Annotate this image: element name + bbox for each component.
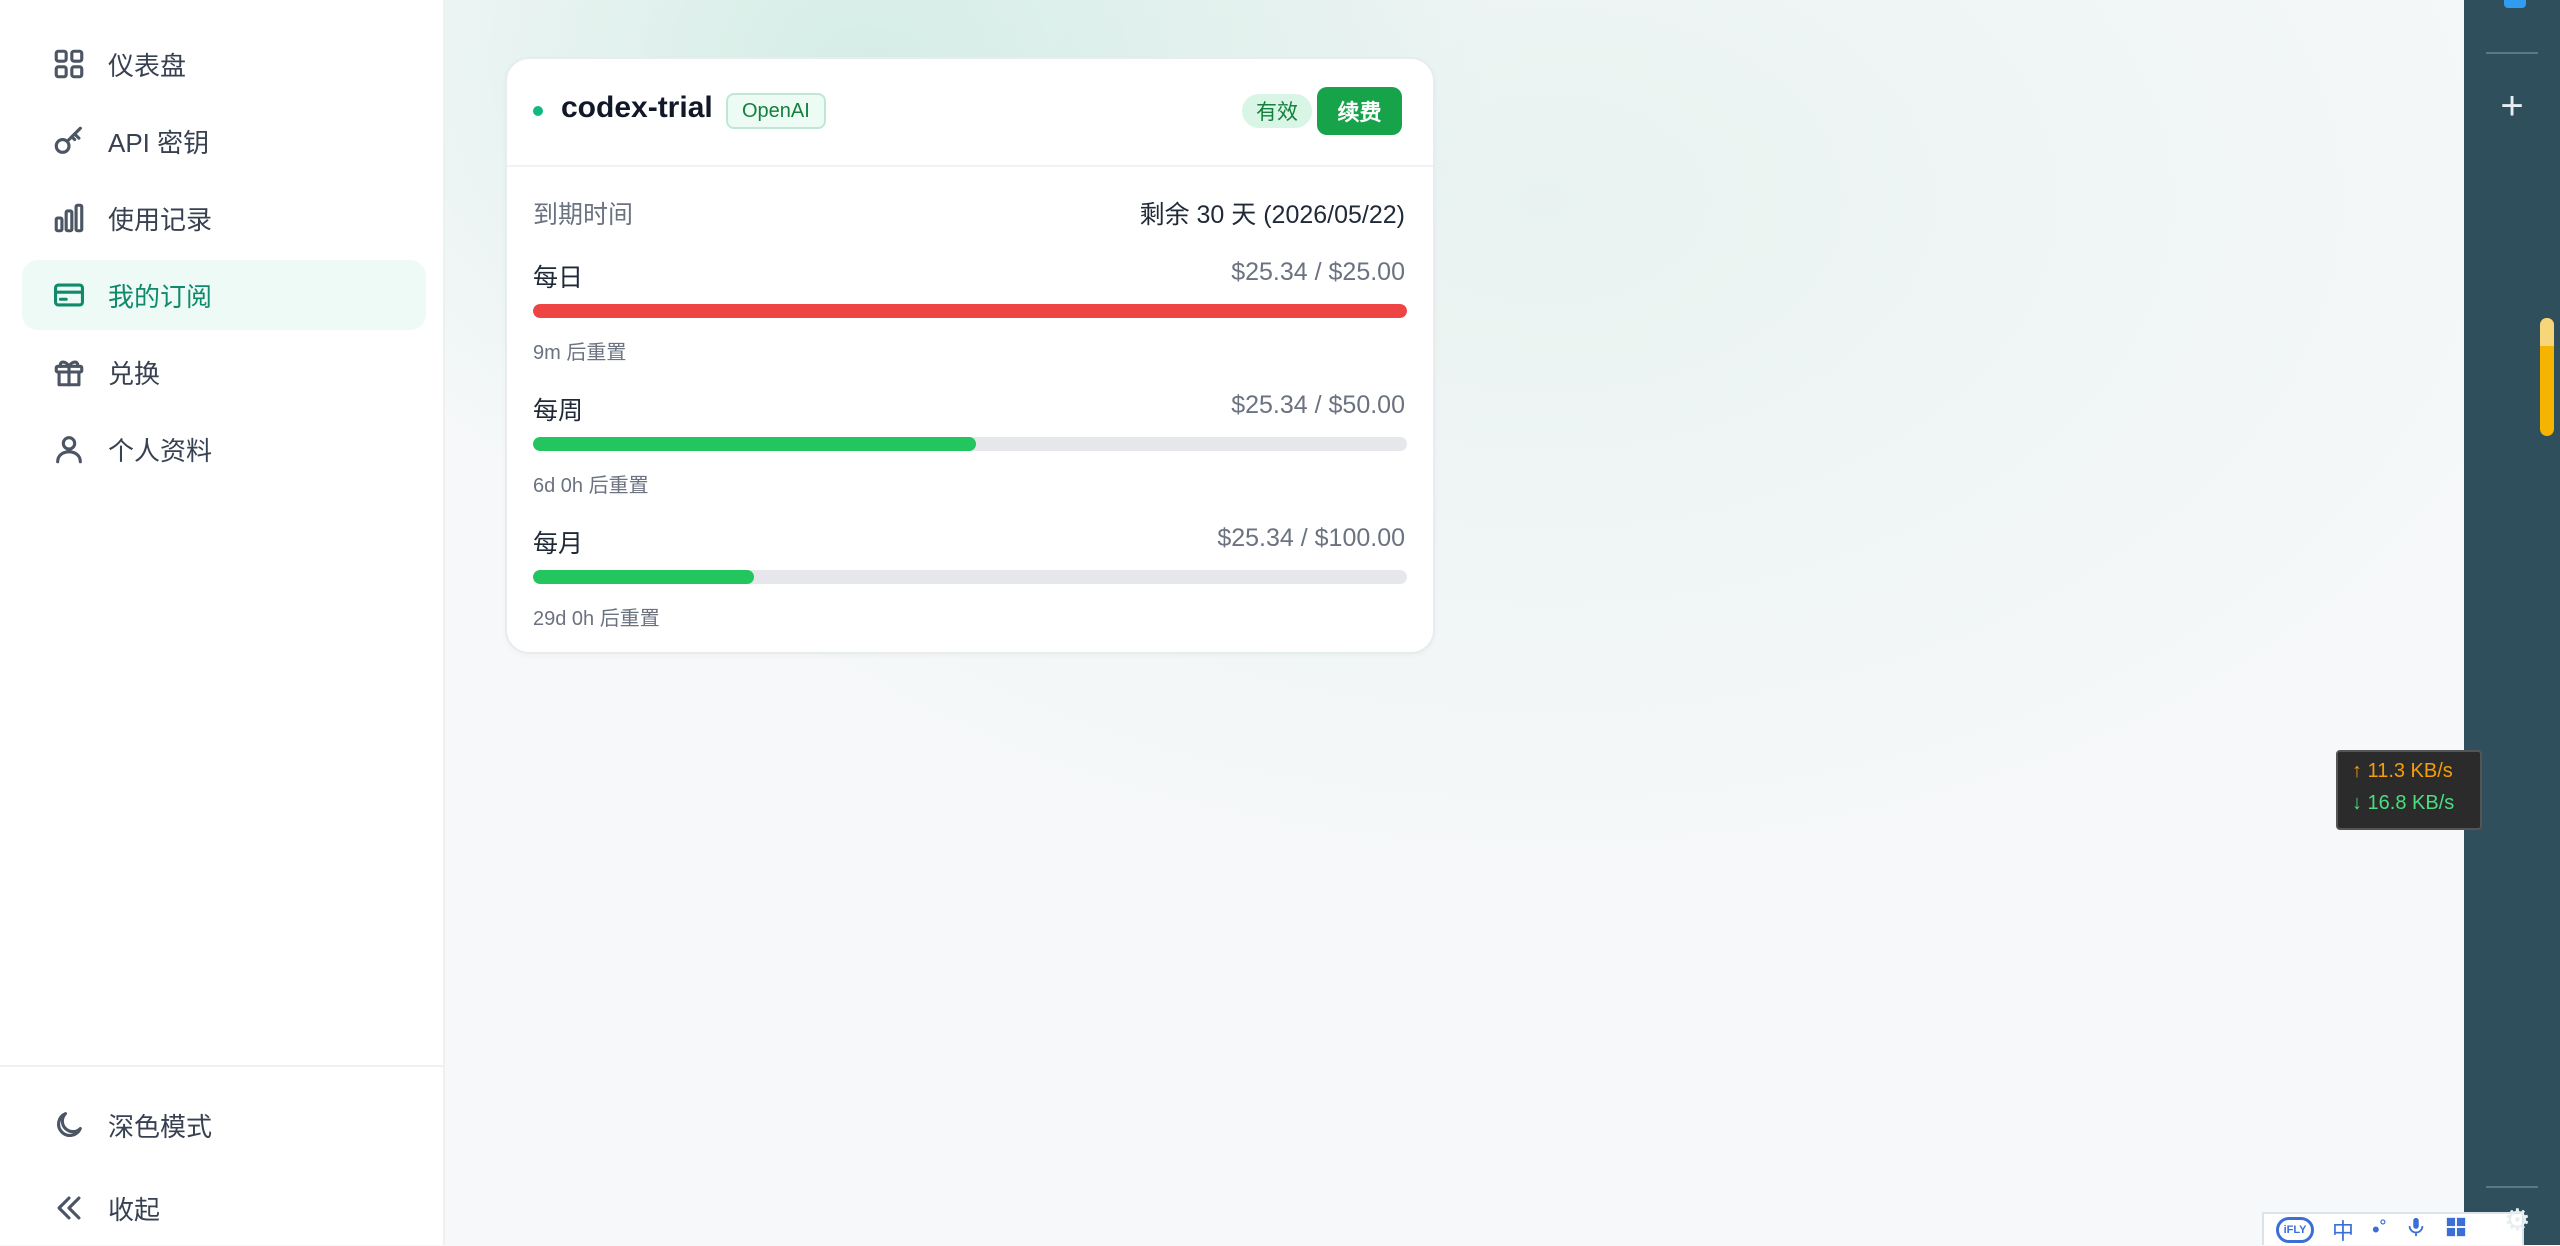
- provider-badge: OpenAI: [726, 93, 826, 129]
- grid-icon: [52, 47, 86, 81]
- bar-chart-icon: [52, 201, 86, 235]
- sidebar-item-label: 仪表盘: [108, 50, 187, 81]
- collapse-label: 收起: [108, 1194, 161, 1225]
- microphone-icon[interactable]: [2405, 1216, 2427, 1244]
- side-panel-divider: [2486, 52, 2538, 54]
- main-content: codex-trial OpenAI 有效 续费 到期时间 剩余 30 天 (2…: [445, 0, 2464, 1245]
- quota-bar-daily: [533, 304, 1407, 318]
- status-badge: 有效: [1242, 94, 1312, 128]
- sidebar-item-redeem[interactable]: 兑换: [22, 337, 426, 407]
- upload-speed: ↑ 11.3 KB/s: [2352, 760, 2453, 782]
- user-icon: [52, 432, 86, 466]
- ime-mode[interactable]: 中: [2332, 1214, 2354, 1246]
- sidebar-item-label: API 密钥: [108, 127, 210, 158]
- sidebar-item-profile[interactable]: 个人资料: [22, 414, 426, 484]
- ime-punctuation-icon[interactable]: •˚: [2372, 1217, 2387, 1243]
- expiry-value: 剩余 30 天 (2026/05/22): [1139, 201, 1405, 229]
- quota-label-daily: 每日: [533, 264, 584, 292]
- ime-logo[interactable]: iFLY: [2276, 1216, 2314, 1243]
- sidebar-item-dashboard[interactable]: 仪表盘: [22, 29, 426, 99]
- quota-bar-fill: [533, 437, 976, 451]
- key-icon: [52, 124, 86, 158]
- quota-label-weekly: 每周: [533, 397, 584, 425]
- ime-toolbar: iFLY 中 •˚: [2262, 1212, 2524, 1245]
- sidebar-item-label: 兑换: [108, 358, 161, 389]
- subscription-name: codex-trial: [561, 91, 713, 124]
- reset-text-monthly: 29d 0h 后重置: [533, 608, 660, 630]
- renew-button[interactable]: 续费: [1317, 87, 1402, 135]
- dark-mode-label: 深色模式: [108, 1111, 213, 1142]
- quota-value-monthly: $25.34 / $100.00: [1217, 524, 1405, 552]
- side-panel-scrollbar-cap: [2540, 318, 2554, 346]
- add-icon[interactable]: +: [2494, 86, 2530, 126]
- sidebar-divider: [0, 1065, 443, 1067]
- double-chevron-left-icon: [52, 1191, 86, 1225]
- side-panel-tab[interactable]: [2504, 0, 2526, 8]
- sidebar-item-label: 我的订阅: [108, 281, 213, 312]
- network-speed-widget: ↑ 11.3 KB/s ↓ 16.8 KB/s: [2336, 750, 2482, 830]
- credit-card-icon: [52, 278, 86, 312]
- sidebar-item-subscriptions[interactable]: 我的订阅: [22, 260, 426, 330]
- quota-bar-weekly: [533, 437, 1407, 451]
- quota-bar-fill: [533, 304, 1407, 318]
- gear-icon[interactable]: ⚙: [2504, 1206, 2534, 1236]
- gift-icon: [52, 355, 86, 389]
- moon-icon: [52, 1108, 86, 1142]
- dark-mode-toggle[interactable]: 深色模式: [22, 1090, 426, 1160]
- quota-label-monthly: 每月: [533, 530, 584, 558]
- quota-value-daily: $25.34 / $25.00: [1231, 258, 1405, 286]
- side-panel: +: [2464, 0, 2560, 1245]
- download-speed: ↓ 16.8 KB/s: [2352, 792, 2455, 814]
- quota-bar-fill: [533, 570, 755, 584]
- reset-text-weekly: 6d 0h 后重置: [533, 475, 649, 497]
- status-dot: [533, 106, 543, 116]
- sidebar-item-label: 个人资料: [108, 435, 213, 466]
- sidebar-item-label: 使用记录: [108, 204, 213, 235]
- collapse-sidebar-button[interactable]: 收起: [22, 1173, 426, 1243]
- apps-grid-icon[interactable]: [2445, 1216, 2467, 1244]
- sidebar-item-usage[interactable]: 使用记录: [22, 183, 426, 253]
- subscription-card-header: codex-trial OpenAI 有效 续费: [507, 59, 1433, 167]
- sidebar-item-api-keys[interactable]: API 密钥: [22, 106, 426, 176]
- side-panel-divider: [2486, 1186, 2538, 1188]
- expiry-label: 到期时间: [533, 201, 634, 229]
- sidebar: 仪表盘 API 密钥 使用记录 我的订阅 兑换 个人资料 深色模式 收起: [0, 0, 445, 1245]
- quota-value-weekly: $25.34 / $50.00: [1231, 391, 1405, 419]
- quota-bar-monthly: [533, 570, 1407, 584]
- reset-text-daily: 9m 后重置: [533, 342, 627, 364]
- subscription-card: codex-trial OpenAI 有效 续费 到期时间 剩余 30 天 (2…: [505, 57, 1435, 654]
